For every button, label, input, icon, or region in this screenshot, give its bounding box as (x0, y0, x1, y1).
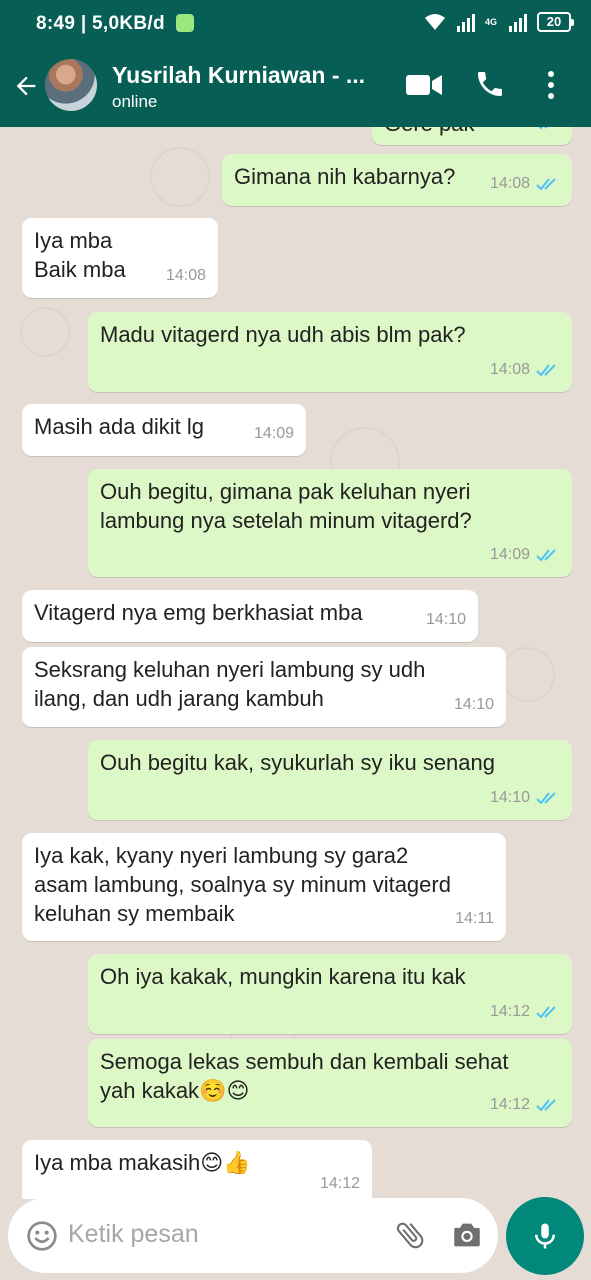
message-text: Vitagerd nya emg berkhasiat mba (34, 600, 363, 625)
read-receipt-icon (536, 363, 556, 376)
chat-area[interactable]: Gere pak 14:08 Gimana nih kabarnya? 14:0… (0, 127, 591, 1199)
message-incoming[interactable]: Masih ada dikit lg 14:09 (22, 404, 306, 456)
camera-icon[interactable] (450, 1218, 484, 1252)
message-time: 14:12 (319, 1175, 360, 1192)
phone-icon[interactable] (474, 68, 506, 100)
message-text: Oh iya kakak, mungkin karena itu kak (100, 964, 466, 989)
read-receipt-icon (536, 548, 556, 561)
message-meta: 14:09 (490, 540, 560, 569)
message-outgoing[interactable]: Madu vitagerd nya udh abis blm pak? 14:0… (88, 312, 572, 392)
message-meta: 14:09 (254, 419, 294, 448)
message-text: Madu vitagerd nya udh abis blm pak? (100, 322, 466, 347)
read-receipt-icon (536, 177, 556, 190)
wallpaper-doodle (500, 647, 555, 702)
wallpaper-doodle (20, 307, 70, 357)
avatar[interactable] (45, 59, 97, 111)
message-time: 14:10 (489, 789, 530, 806)
more-options-icon[interactable] (546, 70, 556, 100)
emoji-icon[interactable] (26, 1220, 58, 1252)
clock-text: 8:49 (36, 13, 76, 34)
signal-icon (456, 12, 475, 32)
message-time: 14:09 (253, 425, 294, 442)
message-text: Seksrang keluhan nyeri lambung sy udh il… (34, 657, 426, 711)
message-time: 14:10 (425, 611, 466, 628)
message-meta: 14:08 (490, 355, 560, 384)
message-input-bar[interactable]: Ketik pesan (8, 1198, 498, 1273)
message-text: Iya kak, kyany nyeri lambung sy gara2 as… (34, 843, 451, 926)
message-incoming[interactable]: Vitagerd nya emg berkhasiat mba 14:10 (22, 590, 478, 642)
message-outgoing[interactable]: Ouh begitu, gimana pak keluhan nyeri lam… (88, 469, 572, 577)
status-bar: 8:49 | 5,0KB/d 4G 20 (0, 0, 591, 46)
message-incoming[interactable]: Iya kak, kyany nyeri lambung sy gara2 as… (22, 833, 506, 941)
status-icons: 4G 20 (423, 12, 574, 32)
message-time: 14:08 (165, 267, 206, 284)
message-meta: 14:12 (490, 997, 560, 1026)
message-incoming[interactable]: Iya mba Baik mba 14:08 (22, 218, 218, 298)
battery-level: 20 (546, 14, 562, 29)
chat-header: Yusrilah Kurniawan - ... online (0, 46, 591, 127)
message-outgoing[interactable]: Gimana nih kabarnya? 14:08 (222, 154, 572, 206)
message-outgoing[interactable]: Semoga lekas sembuh dan kembali sehat ya… (88, 1039, 572, 1127)
message-meta: 14:10 (454, 690, 494, 719)
message-input[interactable]: Ketik pesan (68, 1220, 199, 1249)
message-text: Ouh begitu, gimana pak keluhan nyeri lam… (100, 479, 472, 533)
status-time: 8:49 | 5,0KB/d (36, 13, 195, 35)
message-time: 14:09 (489, 546, 530, 563)
wifi-icon (424, 14, 445, 30)
contact-name[interactable]: Yusrilah Kurniawan - ... (112, 62, 365, 89)
network-speed: 5,0KB/d (92, 13, 165, 34)
message-meta: 14:11 (455, 904, 494, 933)
message-time: 14:08 (489, 175, 530, 192)
message-outgoing[interactable]: Ouh begitu kak, syukurlah sy iku senang … (88, 740, 572, 820)
message-meta: 14:12 (320, 1169, 360, 1198)
message-outgoing[interactable]: Gere pak 14:08 (372, 127, 572, 145)
message-outgoing[interactable]: Oh iya kakak, mungkin karena itu kak 14:… (88, 954, 572, 1034)
message-time: 14:10 (453, 696, 494, 713)
message-text: Iya mba makasih😊👍 (34, 1150, 251, 1175)
message-meta: 14:08 (490, 127, 560, 137)
message-incoming[interactable]: Iya mba makasih😊👍 14:12 (22, 1140, 372, 1199)
message-time: 14:08 (490, 127, 530, 137)
microphone-icon (535, 1223, 555, 1249)
video-call-icon[interactable] (405, 72, 443, 98)
message-meta: 14:10 (426, 605, 466, 634)
message-incoming[interactable]: Seksrang keluhan nyeri lambung sy udh il… (22, 647, 506, 727)
message-time: 14:12 (489, 1003, 530, 1020)
message-time: 14:11 (455, 910, 494, 927)
message-time: 14:08 (489, 361, 530, 378)
message-meta: 14:12 (490, 1090, 560, 1119)
microphone-button[interactable] (506, 1197, 584, 1275)
back-arrow-icon[interactable] (12, 72, 40, 100)
contact-status: online (112, 92, 158, 111)
message-meta: 14:10 (490, 783, 560, 812)
message-text: Ouh begitu kak, syukurlah sy iku senang (100, 750, 496, 775)
attachment-icon[interactable] (393, 1218, 427, 1252)
battery-icon: 20 (537, 12, 574, 32)
message-meta: 14:08 (166, 261, 206, 290)
wallpaper-doodle (150, 147, 210, 207)
app-notification-icon (176, 14, 195, 32)
read-receipt-icon (539, 127, 547, 129)
network-type: 4G (484, 16, 497, 27)
signal-icon-2 (509, 12, 527, 32)
read-receipt-icon (536, 791, 556, 804)
read-receipt-icon (536, 1098, 556, 1111)
message-time: 14:12 (489, 1096, 530, 1113)
read-receipt-icon (536, 1005, 556, 1018)
message-meta: 14:08 (490, 169, 560, 198)
